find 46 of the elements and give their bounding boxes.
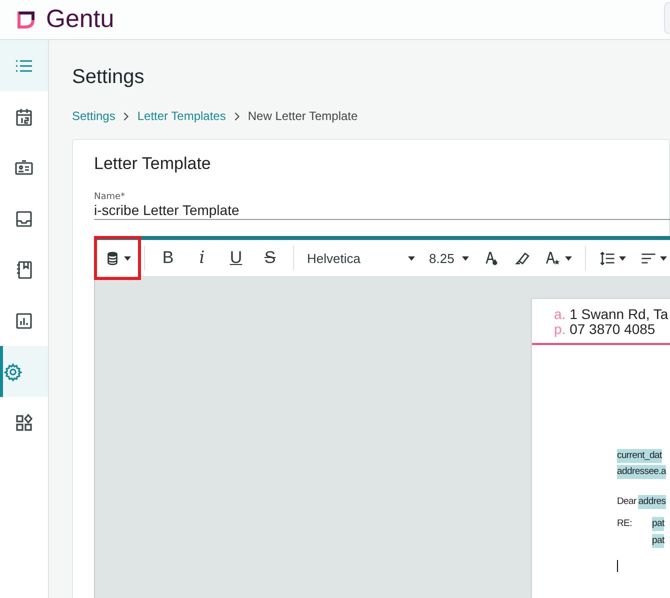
name-field[interactable]: Name* i-scribe Letter Template (94, 192, 670, 220)
letter-text: Dear (617, 495, 636, 509)
merge-field: addres (638, 495, 666, 509)
calendar-icon (14, 106, 34, 126)
page-title: Settings (72, 66, 146, 89)
settings-icon (3, 362, 23, 382)
highlight-frame (94, 236, 141, 280)
strikethrough-button[interactable]: S (255, 243, 285, 273)
letter-text: RE: (617, 517, 633, 531)
bold-button[interactable]: B (153, 243, 183, 273)
letterhead-line: p. 07 3870 4085 (554, 322, 656, 337)
caret-icon (462, 256, 470, 260)
letterhead-line: a. 1 Swann Rd, Ta (554, 307, 670, 322)
size-select[interactable]: 8.25 (424, 243, 474, 273)
field-label: Name* (94, 192, 126, 202)
underline-button[interactable]: U (221, 243, 251, 273)
notebook-icon (14, 260, 34, 280)
field-value: i-scribe Letter Template (94, 202, 240, 219)
merge-field: pat (652, 517, 664, 531)
highlighter-icon (514, 250, 532, 266)
caret-icon (619, 256, 626, 260)
caret-icon (660, 256, 668, 260)
breadcrumb-link[interactable]: Letter Templates (137, 109, 226, 123)
id-card-icon (14, 158, 34, 178)
caret-icon (408, 256, 415, 260)
brand-name: Gentu (46, 5, 114, 34)
italic-button[interactable]: i (187, 243, 217, 273)
chevron-icon (234, 112, 240, 120)
line-height-icon (599, 250, 616, 266)
text-color-icon (483, 250, 500, 266)
text-style-icon (545, 250, 562, 266)
grid-icon (14, 412, 34, 432)
chevron-icon (123, 112, 130, 120)
caret-icon (124, 256, 131, 260)
merge-field: current_dat (617, 449, 662, 463)
chart-icon (14, 310, 34, 330)
logo-icon (16, 10, 36, 30)
current-page-label: New Letter Template (248, 109, 358, 123)
breadcrumb-link[interactable]: Settings (72, 109, 116, 123)
caret-icon (565, 256, 572, 260)
card-title: Letter Template (94, 154, 212, 174)
font-select[interactable]: Helvetica (302, 243, 420, 273)
merge-field: addressee.a (617, 465, 666, 479)
inbox-icon (14, 208, 34, 228)
merge-field: pat (652, 534, 664, 548)
text-cursor (617, 560, 618, 572)
